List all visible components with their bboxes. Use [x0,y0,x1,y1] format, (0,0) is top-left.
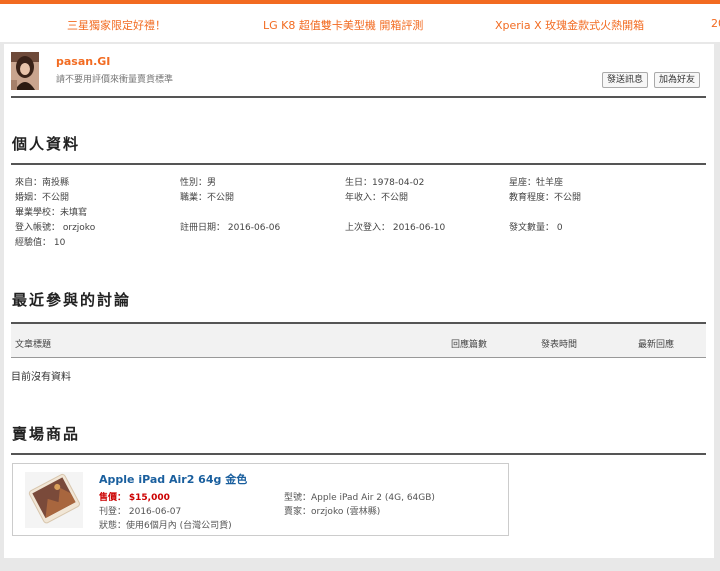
product-thumbnail[interactable] [25,472,83,528]
info-experience: 經驗值： 10 [15,238,66,248]
info-register-date: 註冊日期： 2016-06-06 [180,223,281,233]
divider [11,163,706,165]
info-education: 教育程度：不公開 [509,193,582,203]
user-signature: 請不要用評價來衝量賣貨標準 [56,75,174,85]
info-account: 登入帳號： orzjoko [15,223,96,233]
ipad-thumbnail-icon [25,472,83,528]
product-title-link[interactable]: Apple iPad Air2 64g 金色 [99,471,247,487]
info-school: 畢業學校：未填寫 [15,208,88,218]
discussion-table-header: 文章標題 回應篇數 發表時間 最新回應 [11,322,706,358]
promo-ticker: 三星獨家限定好禮！ LG K8 超值雙卡美型機 開箱評測 Xperia X 玫瑰… [0,4,720,42]
promo-link[interactable]: 三星獨家限定好禮！ [67,17,166,33]
info-gender: 性別：男 [180,178,217,188]
product-condition: 狀態：使用6個月內 (台灣公司貨) [99,521,232,531]
username[interactable]: pasan.GI [56,55,110,68]
empty-message: 目前沒有資料 [11,372,71,383]
info-occupation: 職業：不公開 [180,193,235,203]
member-page: pasan.GI 請不要用評價來衝量賣貨標準 發送訊息 加為好友 個人資料 來自… [4,44,714,558]
section-title-personal: 個人資料 [12,135,81,153]
add-friend-button[interactable]: 加為好友 [654,72,701,88]
avatar[interactable] [11,52,39,90]
profile-header: pasan.GI 請不要用評價來衝量賣貨標準 發送訊息 加為好友 [11,50,706,98]
column-title[interactable]: 文章標題 [15,337,51,350]
info-location: 來自：南投縣 [15,178,70,188]
info-zodiac: 星座：牡羊座 [509,178,564,188]
promo-link[interactable]: 20 [711,17,720,30]
send-message-button[interactable]: 發送訊息 [602,72,649,88]
user-avatar-icon [11,52,39,90]
price-value: $15,000 [128,493,170,503]
info-marital: 婚姻：不公開 [15,193,70,203]
product-model: 型號：Apple iPad Air 2 (4G, 64GB) [284,493,435,503]
divider [11,453,706,455]
promo-link[interactable]: Xperia X 玫瑰金款式火熱開箱 [495,17,644,33]
section-title-discussions: 最近參與的討論 [12,291,132,309]
promo-link[interactable]: LG K8 超值雙卡美型機 開箱評測 [263,17,423,33]
column-replies[interactable]: 回應篇數 [451,337,487,350]
product-card[interactable]: Apple iPad Air2 64g 金色 售價： $15,000 刊登： 2… [12,463,509,536]
info-post-count: 發文數量： 0 [509,223,563,233]
price-label: 售價： [99,493,127,503]
product-price: 售價： $15,000 [99,490,170,503]
column-post-time[interactable]: 發表時間 [541,337,577,350]
info-income: 年收入：不公開 [345,193,409,203]
product-date: 刊登： 2016-06-07 [99,507,182,517]
product-seller: 賣家：orzjoko (雲林縣) [284,507,381,517]
divider [11,96,706,98]
column-latest-reply[interactable]: 最新回應 [638,337,674,350]
info-last-login: 上次登入： 2016-06-10 [345,223,446,233]
info-birthday: 生日：1978-04-02 [345,178,425,188]
section-title-market: 賣場商品 [12,425,81,443]
